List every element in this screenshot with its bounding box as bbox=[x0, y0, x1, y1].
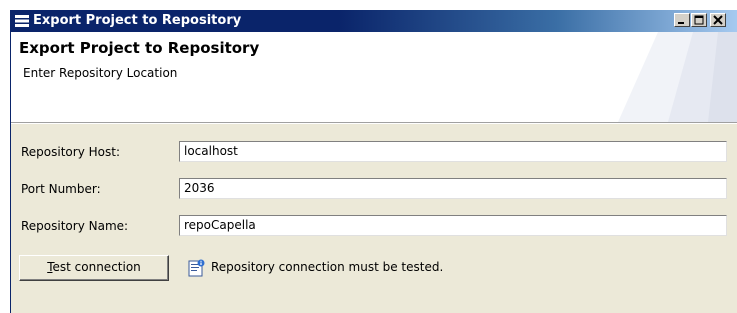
test-connection-label: est connection bbox=[52, 260, 141, 274]
title-bar[interactable]: Export Project to Repository bbox=[11, 10, 737, 32]
page-title: Export Project to Repository bbox=[19, 39, 260, 57]
close-button[interactable] bbox=[710, 13, 726, 27]
connection-status-message: Repository connection must be tested. bbox=[211, 260, 444, 274]
repository-name-label: Repository Name: bbox=[21, 219, 129, 233]
repository-host-label: Repository Host: bbox=[21, 145, 120, 159]
header-banner: Export Project to Repository Enter Repos… bbox=[11, 32, 737, 122]
minimize-icon bbox=[678, 22, 684, 24]
app-menu-icon[interactable] bbox=[15, 14, 29, 28]
maximize-button[interactable] bbox=[691, 13, 707, 27]
banner-separator bbox=[11, 122, 737, 124]
export-dialog: Export Project to Repository Export Proj… bbox=[10, 10, 737, 313]
page-subtitle: Enter Repository Location bbox=[23, 66, 178, 80]
window-title: Export Project to Repository bbox=[33, 13, 242, 28]
maximize-icon bbox=[694, 15, 704, 25]
info-icon bbox=[187, 259, 205, 277]
port-number-label: Port Number: bbox=[21, 182, 101, 196]
test-connection-button[interactable]: Test connection bbox=[19, 255, 169, 281]
repository-name-input[interactable]: repoCapella bbox=[179, 215, 727, 236]
port-number-input[interactable]: 2036 bbox=[179, 178, 727, 199]
minimize-button[interactable] bbox=[674, 13, 690, 27]
banner-decoration-graphic bbox=[618, 32, 737, 122]
close-icon bbox=[713, 15, 723, 25]
repository-host-input[interactable]: localhost bbox=[179, 141, 727, 162]
